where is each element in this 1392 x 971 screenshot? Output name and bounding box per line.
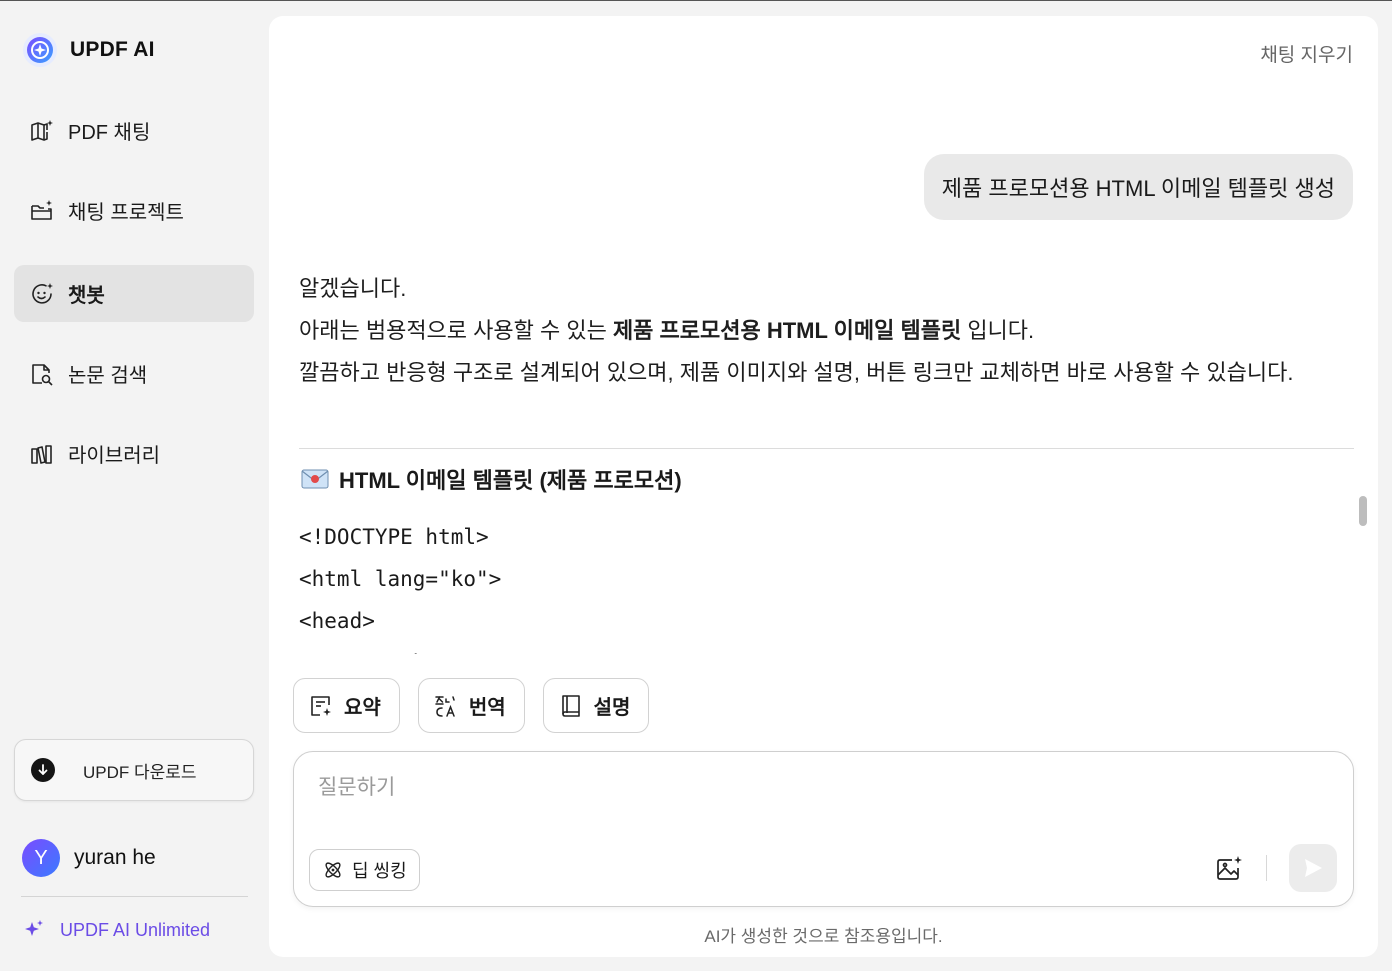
sparkle-icon: [25, 920, 43, 936]
image-sparkle-icon: [1217, 856, 1242, 880]
document-search-icon: [28, 360, 56, 388]
folder-sparkle-icon: [28, 197, 56, 225]
sidebar-item-label: PDF 채팅: [68, 122, 151, 144]
deep-thinking-toggle[interactable]: 딥 씽킹: [309, 849, 420, 891]
code-line: <meta charset="UTF-8">: [299, 642, 1339, 654]
answer-text: 아래는 범용적으로 사용할 수 있는: [299, 318, 613, 343]
image-upload-button[interactable]: [1212, 852, 1246, 886]
email-envelope-icon: [301, 469, 329, 489]
summary-button[interactable]: 요약: [293, 678, 400, 733]
send-button[interactable]: [1289, 844, 1337, 892]
scrollbar-thumb[interactable]: [1359, 496, 1367, 526]
explain-label: 설명: [593, 697, 631, 719]
code-block: <!DOCTYPE html> <html lang="ko"> <head> …: [299, 516, 1339, 654]
toolbar-divider: [1266, 855, 1267, 881]
updf-ai-logo-icon: [23, 33, 57, 67]
sidebar-item-pdf-chat[interactable]: PDF 채팅: [14, 102, 254, 159]
atom-icon: [325, 862, 341, 878]
sidebar-item-chatbot[interactable]: 챗봇: [14, 265, 254, 322]
user-name: yuran he: [74, 846, 156, 869]
answer-line: 아래는 범용적으로 사용할 수 있는 제품 프로모션용 HTML 이메일 템플릿…: [299, 310, 1354, 352]
sidebar: UPDF AI PDF 채팅 채팅 프로젝트 챗봇 논문 검색 라이브러리 UP…: [0, 0, 268, 971]
chat-input-box: 딥 씽킹: [293, 751, 1354, 907]
chat-panel: 채팅 지우기 제품 프로모션용 HTML 이메일 템플릿 생성 알겠습니다. 아…: [269, 16, 1378, 957]
sidebar-item-chat-project[interactable]: 채팅 프로젝트: [14, 182, 254, 239]
ai-disclaimer: AI가 생성한 것으로 참조용입니다.: [704, 927, 943, 946]
user-message-text: 제품 프로모션용 HTML 이메일 템플릿 생성: [941, 176, 1335, 201]
avatar: Y: [22, 839, 60, 877]
question-input[interactable]: [318, 770, 1178, 806]
translate-button[interactable]: 번역: [417, 678, 525, 733]
clear-chat-button[interactable]: 채팅 지우기: [1260, 40, 1353, 67]
summary-icon: [311, 695, 331, 716]
ai-answer: 알겠습니다. 아래는 범용적으로 사용할 수 있는 제품 프로모션용 HTML …: [299, 268, 1354, 394]
download-icon: [31, 758, 55, 782]
sidebar-item-library[interactable]: 라이브러리: [14, 425, 254, 482]
answer-line: 알겠습니다.: [299, 276, 407, 301]
user-profile[interactable]: Y yuran he: [22, 839, 156, 877]
book-sparkle-icon: [28, 117, 56, 145]
explain-button[interactable]: 설명: [542, 678, 650, 733]
sidebar-item-label: 채팅 프로젝트: [68, 202, 184, 224]
section-title: HTML 이메일 템플릿 (제품 프로모션): [339, 468, 682, 493]
user-message-bubble: 제품 프로모션용 HTML 이메일 템플릿 생성: [923, 154, 1353, 220]
answer-bold-text: 제품 프로모션용 HTML 이메일 템플릿: [612, 318, 962, 343]
translate-icon: [435, 695, 455, 717]
translate-label: 번역: [468, 697, 506, 719]
sidebar-item-label: 라이브러리: [68, 445, 160, 467]
book-icon: [561, 694, 580, 717]
answer-text: 입니다.: [961, 318, 1035, 343]
code-line: <!DOCTYPE html>: [299, 525, 489, 549]
sidebar-item-label: 논문 검색: [68, 365, 148, 387]
download-updf-button[interactable]: UPDF 다운로드: [14, 739, 254, 801]
quick-actions: 요약 번역 설명: [293, 678, 650, 733]
send-arrow-icon: [1305, 859, 1322, 877]
chatbot-face-icon: [28, 280, 56, 308]
section-heading: HTML 이메일 템플릿 (제품 프로모션): [301, 463, 682, 495]
app-name: UPDF AI: [70, 38, 155, 61]
sidebar-divider: [21, 896, 248, 897]
code-line: <head>: [299, 609, 375, 633]
upgrade-unlimited-link[interactable]: UPDF AI Unlimited: [22, 918, 210, 942]
summary-label: 요약: [344, 697, 381, 719]
sidebar-item-paper-search[interactable]: 논문 검색: [14, 345, 254, 402]
code-line: <html lang="ko">: [299, 567, 502, 591]
app-logo[interactable]: UPDF AI: [22, 32, 155, 68]
deep-thinking-label: 딥 씽킹: [352, 861, 407, 881]
download-label: UPDF 다운로드: [83, 762, 197, 782]
library-books-icon: [28, 440, 56, 468]
answer-line: 깔끔하고 반응형 구조로 설계되어 있으며, 제품 이미지와 설명, 버튼 링크…: [299, 360, 1294, 385]
answer-divider: [299, 448, 1354, 449]
sidebar-item-label: 챗봇: [68, 285, 105, 307]
unlimited-label: UPDF AI Unlimited: [60, 919, 211, 940]
